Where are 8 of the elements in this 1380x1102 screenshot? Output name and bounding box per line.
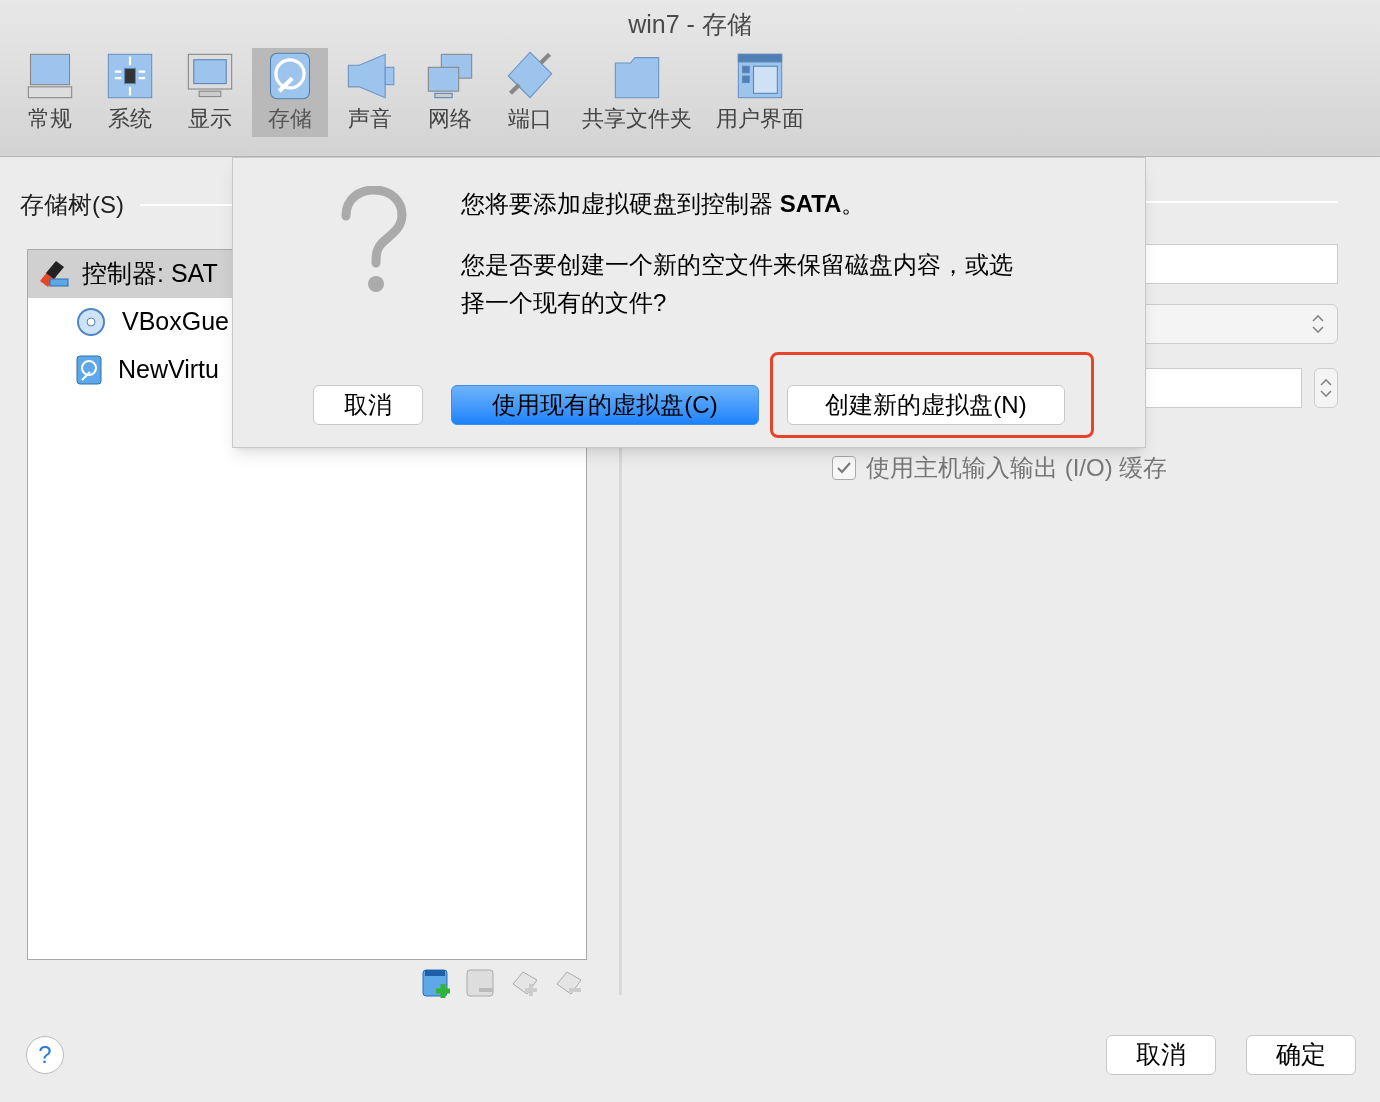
dialog-title: 您将要添加虚拟硬盘到控制器 SATA。: [461, 189, 867, 219]
dialog-message: 您是否要创建一个新的空文件来保留磁盘内容，或选择一个现有的文件?: [461, 250, 1014, 318]
storage-tree-heading: 存储树(S): [20, 190, 124, 220]
tree-item-label: VBoxGue: [122, 306, 229, 338]
window-title: win7 - 存储: [628, 9, 752, 40]
io-cache-label: 使用主机输入输出 (I/O) 缓存: [866, 453, 1168, 483]
tree-item-label: 控制器: SAT: [82, 258, 218, 290]
tree-item-label: NewVirtu: [118, 354, 219, 386]
